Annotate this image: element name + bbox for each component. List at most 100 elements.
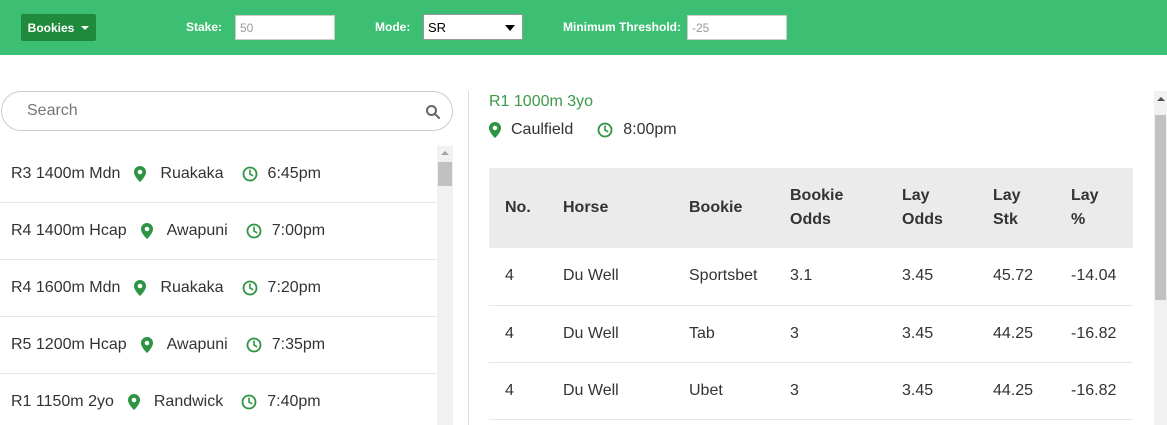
column-header-lay-percent[interactable]: Lay% <box>1055 168 1133 248</box>
cell-bookie-odds: 3.1 <box>774 248 886 306</box>
race-time: 7:35pm <box>271 336 326 353</box>
race-list-item[interactable]: R4 1400m Hcap Awapuni 7:00pm <box>0 203 437 260</box>
clock-icon <box>597 122 613 138</box>
column-header-no[interactable]: No. <box>489 168 547 248</box>
dropdown-arrow-icon <box>505 25 515 31</box>
search-icon[interactable] <box>425 104 441 120</box>
table-header-row: No. Horse Bookie Bookie Odds Lay Odds Lay S… <box>489 168 1133 248</box>
odds-table: No. Horse Bookie Bookie Odds Lay Odds Lay S… <box>489 168 1133 420</box>
cell-horse: Du Well <box>547 305 673 363</box>
race-list-item[interactable]: R1 1150m 2yo Randwick 7:40pm <box>0 374 437 425</box>
race-list: R3 1400m Mdn Ruakaka 6:45pm R4 1400m Hca… <box>0 146 437 425</box>
header-text: Lay <box>902 187 930 204</box>
cell-bookie-odds: 3 <box>774 362 886 420</box>
cell-no: 4 <box>489 248 547 306</box>
search-input[interactable] <box>27 102 407 120</box>
clock-icon <box>246 337 262 353</box>
cell-lay-percent: -14.04 <box>1055 248 1133 306</box>
race-name: R4 1600m Mdn <box>11 279 121 296</box>
panel-divider <box>468 91 469 425</box>
selected-race-location: Caulfield <box>511 121 574 138</box>
header-text: % <box>1071 211 1086 228</box>
table-row[interactable]: 4 Du Well Ubet 3 3.45 44.25 -16.82 <box>489 362 1133 420</box>
map-pin-icon <box>489 122 501 138</box>
threshold-label: Minimum Threshold: <box>563 20 681 34</box>
cell-horse: Du Well <box>547 248 673 306</box>
top-toolbar: Bookies Stake: Mode: SR Minimum Threshol… <box>0 0 1167 55</box>
mode-label: Mode: <box>375 20 411 34</box>
map-pin-icon <box>134 280 147 296</box>
clock-icon <box>246 223 262 239</box>
race-location: Awapuni <box>166 336 228 353</box>
mode-selected-value: SR <box>428 19 447 35</box>
cell-no: 4 <box>489 305 547 363</box>
cell-lay-stk: 45.72 <box>977 248 1055 306</box>
race-location: Ruakaka <box>160 165 224 182</box>
race-name: R5 1200m Hcap <box>11 336 127 353</box>
race-location: Ruakaka <box>160 279 224 296</box>
race-list-item[interactable]: R5 1200m Hcap Awapuni 7:35pm <box>0 317 437 374</box>
cell-bookie: Tab <box>673 305 774 363</box>
header-text: Odds <box>790 211 831 228</box>
race-location: Awapuni <box>166 222 228 239</box>
scroll-up-arrow-icon[interactable] <box>1157 97 1165 101</box>
race-list-item[interactable]: R3 1400m Mdn Ruakaka 6:45pm <box>0 146 437 203</box>
header-text: Odds <box>902 211 943 228</box>
map-pin-icon <box>140 337 153 353</box>
header-text: Horse <box>563 199 609 216</box>
search-box <box>1 91 453 131</box>
cell-lay-percent: -16.82 <box>1055 305 1133 363</box>
stake-label: Stake: <box>186 20 223 34</box>
cell-lay-stk: 44.25 <box>977 362 1055 420</box>
scrollbar-thumb[interactable] <box>1155 115 1166 300</box>
race-list-scrollbar[interactable] <box>437 146 453 425</box>
clock-icon <box>242 280 257 296</box>
header-text: No. <box>505 199 531 216</box>
column-header-bookie[interactable]: Bookie <box>673 168 774 248</box>
map-pin-icon <box>134 166 147 182</box>
cell-lay-percent: -16.82 <box>1055 362 1133 420</box>
header-text: Lay <box>993 187 1021 204</box>
mode-select[interactable]: SR <box>423 14 523 40</box>
cell-horse: Du Well <box>547 362 673 420</box>
race-list-item[interactable]: R4 1600m Mdn Ruakaka 7:20pm <box>0 260 437 317</box>
caret-down-icon <box>81 25 90 30</box>
header-text: Bookie <box>689 199 743 216</box>
race-name: R1 1150m 2yo <box>11 393 114 410</box>
cell-bookie: Sportsbet <box>673 248 774 306</box>
selected-race-title: R1 1000m 3yo <box>489 93 594 110</box>
column-header-horse[interactable]: Horse <box>547 168 673 248</box>
header-text: Stk <box>993 211 1018 228</box>
column-header-lay-odds[interactable]: Lay Odds <box>886 168 977 248</box>
clock-icon <box>242 166 257 182</box>
race-time: 7:40pm <box>267 393 321 410</box>
clock-icon <box>241 394 257 410</box>
cell-lay-odds: 3.45 <box>886 248 977 306</box>
race-location: Randwick <box>153 393 224 410</box>
table-row[interactable]: 4 Du Well Sportsbet 3.1 3.45 45.72 -14.0… <box>489 248 1133 306</box>
header-text: Bookie <box>790 187 844 204</box>
race-time: 7:20pm <box>267 279 321 296</box>
cell-lay-stk: 44.25 <box>977 305 1055 363</box>
cell-bookie: Ubet <box>673 362 774 420</box>
cell-lay-odds: 3.45 <box>886 305 977 363</box>
bookies-dropdown-button[interactable]: Bookies <box>21 14 96 41</box>
header-text: Lay <box>1071 187 1099 204</box>
race-time: 6:45pm <box>267 165 321 182</box>
page-scrollbar[interactable] <box>1154 91 1167 425</box>
map-pin-icon <box>140 223 153 239</box>
table-row[interactable]: 4 Du Well Tab 3 3.45 44.25 -16.82 <box>489 305 1133 363</box>
stake-input[interactable] <box>235 15 335 40</box>
column-header-bookie-odds[interactable]: Bookie Odds <box>774 168 886 248</box>
scroll-up-arrow-icon[interactable] <box>441 151 449 155</box>
cell-no: 4 <box>489 362 547 420</box>
selected-race-meta: Caulfield 8:00pm <box>489 121 677 139</box>
cell-lay-odds: 3.45 <box>886 362 977 420</box>
bookies-button-label: Bookies <box>27 20 75 35</box>
scrollbar-thumb[interactable] <box>438 162 452 186</box>
threshold-input[interactable] <box>687 15 787 40</box>
race-name: R3 1400m Mdn <box>11 165 121 182</box>
map-pin-icon <box>127 394 140 410</box>
race-name: R4 1400m Hcap <box>11 222 127 239</box>
column-header-lay-stk[interactable]: Lay Stk <box>977 168 1055 248</box>
